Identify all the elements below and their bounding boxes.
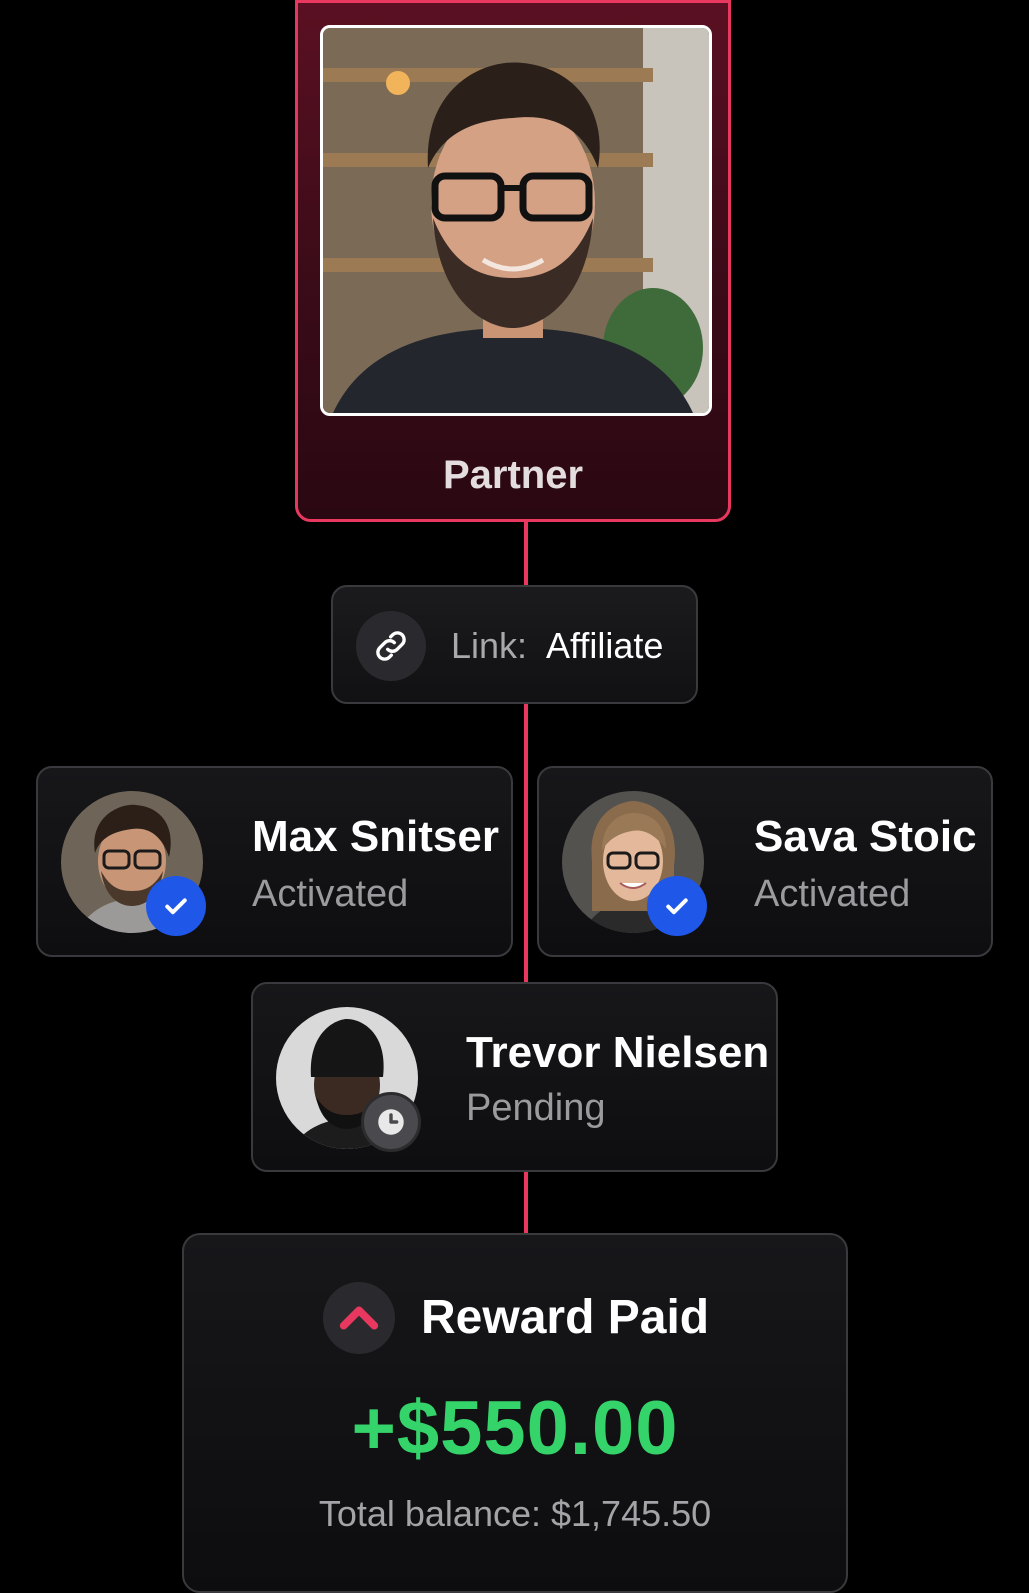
pending-clock-icon xyxy=(361,1092,421,1152)
link-label: Link: xyxy=(451,625,528,666)
referral-status: Pending xyxy=(466,1087,606,1129)
verified-check-icon xyxy=(647,876,707,936)
reward-amount: +$550.00 xyxy=(351,1386,679,1471)
affiliate-link-pill[interactable]: Link: Affiliate xyxy=(331,585,698,704)
verified-check-icon xyxy=(146,876,206,936)
partner-photo xyxy=(320,25,712,416)
partner-title: Partner xyxy=(442,453,584,497)
referral-status: Activated xyxy=(252,873,409,915)
link-value: Affiliate xyxy=(546,625,664,666)
total-balance: Total balance: $1,745.50 xyxy=(318,1493,712,1534)
connector-partner-link xyxy=(524,522,528,585)
referral-status: Activated xyxy=(754,873,911,915)
referral-card-trevor-nielsen[interactable]: Trevor Nielsen Pending xyxy=(251,982,778,1172)
referral-card-sava-stoic[interactable]: Sava Stoic Activated xyxy=(537,766,993,957)
referral-name: Trevor Nielsen xyxy=(466,1028,770,1077)
chevron-up-icon xyxy=(323,1282,395,1354)
referral-name: Max Snitser xyxy=(252,812,499,861)
connector-referrals-reward xyxy=(524,1172,528,1233)
partner-card[interactable]: Partner xyxy=(295,0,731,522)
link-icon xyxy=(356,611,426,681)
reward-card[interactable]: Reward Paid +$550.00 Total balance: $1,7… xyxy=(182,1233,848,1593)
reward-title: Reward Paid xyxy=(421,1291,710,1344)
referral-name: Sava Stoic xyxy=(754,812,977,861)
referral-card-max-snitser[interactable]: Max Snitser Activated xyxy=(36,766,513,957)
connector-link-referrals xyxy=(524,704,528,982)
